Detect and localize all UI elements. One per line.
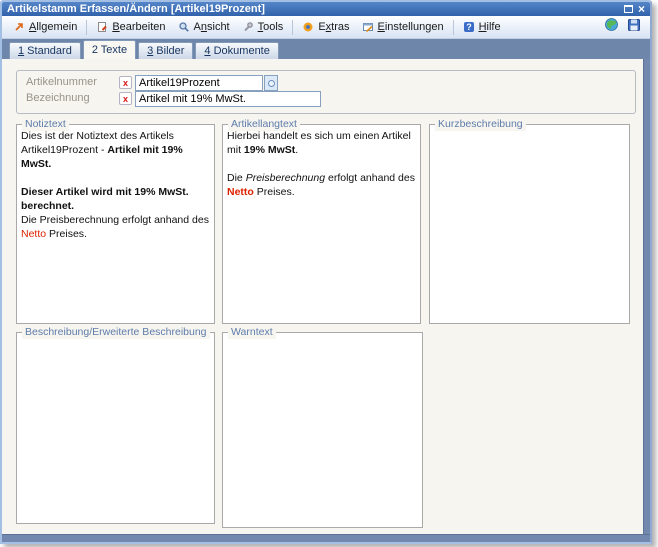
bezeichnung-input[interactable] bbox=[135, 91, 321, 107]
menu-separator bbox=[292, 20, 293, 35]
app-window: Artikelstamm Erfassen/Ändern [Artikel19P… bbox=[0, 0, 652, 544]
window-right-border bbox=[643, 59, 650, 542]
titlebar: Artikelstamm Erfassen/Ändern [Artikel19P… bbox=[2, 2, 650, 16]
menu-separator bbox=[453, 20, 454, 35]
tab-texte[interactable]: 2 Texte bbox=[83, 40, 136, 59]
wrench-icon bbox=[242, 21, 254, 33]
menu-label: Hilfe bbox=[479, 21, 501, 33]
kurzbeschreibung-textarea[interactable] bbox=[431, 127, 628, 322]
svg-text:?: ? bbox=[466, 22, 472, 32]
artikelnummer-lookup-button[interactable] bbox=[264, 75, 278, 91]
lifebuoy-icon bbox=[302, 21, 314, 33]
kurzbeschreibung-panel: Kurzbeschreibung bbox=[429, 124, 630, 324]
save-button[interactable] bbox=[623, 17, 645, 38]
beschreibung-textarea[interactable] bbox=[18, 335, 213, 522]
notiztext-panel: Notiztext Dies ist der Notiztext des Art… bbox=[16, 124, 215, 324]
arrow-ne-icon bbox=[13, 21, 25, 33]
menu-label: Tools bbox=[258, 21, 284, 33]
artikelnummer-input[interactable] bbox=[135, 75, 263, 91]
menu-label: Extras bbox=[318, 21, 349, 33]
lookup-icon bbox=[268, 80, 275, 87]
menu-item-allgemein[interactable]: Allgemein bbox=[7, 19, 83, 35]
tab-dokumente[interactable]: 4 Dokumente bbox=[195, 42, 278, 59]
menu-label: Bearbeiten bbox=[112, 21, 165, 33]
menu-label: Ansicht bbox=[194, 21, 230, 33]
artikellangtext-textarea[interactable]: Hierbei handelt es sich um einen Artikel… bbox=[224, 127, 419, 322]
menu-item-extras[interactable]: Extras bbox=[296, 19, 355, 35]
artikellangtext-panel: Artikellangtext Hierbei handelt es sich … bbox=[222, 124, 421, 324]
article-fields-group: Artikelnummer Bezeichnung x x bbox=[16, 70, 636, 114]
menu-item-bearbeiten[interactable]: Bearbeiten bbox=[90, 19, 171, 35]
content-area: Artikelnummer Bezeichnung x x Notiztext … bbox=[2, 59, 650, 542]
menu-item-einstellungen[interactable]: Einstellungen bbox=[356, 19, 450, 35]
warntext-textarea[interactable] bbox=[224, 335, 421, 526]
restore-button[interactable] bbox=[624, 5, 633, 13]
tab-bar: 1 Standard 2 Texte 3 Bilder 4 Dokumente bbox=[2, 39, 650, 59]
settings-window-icon bbox=[362, 21, 374, 33]
menu-separator bbox=[86, 20, 87, 35]
artikelnummer-label: Artikelnummer bbox=[26, 76, 97, 88]
menu-item-tools[interactable]: Tools bbox=[236, 19, 290, 35]
save-icon bbox=[627, 18, 641, 37]
help-icon: ? bbox=[463, 21, 475, 33]
tab-bilder[interactable]: 3 Bilder bbox=[138, 42, 193, 59]
globe-button[interactable] bbox=[600, 16, 623, 38]
warntext-panel: Warntext bbox=[222, 332, 423, 528]
menu-label: Einstellungen bbox=[378, 21, 444, 33]
notiztext-textarea[interactable]: Dies ist der Notiztext des Artikels Arti… bbox=[18, 127, 213, 322]
menubar: Allgemein Bearbeiten Ansicht Tools Extra… bbox=[2, 16, 650, 39]
window-title: Artikelstamm Erfassen/Ändern [Artikel19P… bbox=[7, 2, 619, 16]
edit-page-icon bbox=[96, 21, 108, 33]
globe-icon bbox=[604, 17, 619, 37]
window-bottom-border bbox=[2, 534, 650, 542]
close-button[interactable]: × bbox=[638, 4, 645, 14]
menu-item-ansicht[interactable]: Ansicht bbox=[172, 19, 236, 35]
tab-standard[interactable]: 1 Standard bbox=[9, 42, 81, 59]
artikelnummer-clear-button[interactable]: x bbox=[119, 76, 132, 89]
magnifier-icon bbox=[178, 21, 190, 33]
beschreibung-panel: Beschreibung/Erweiterte Beschreibung bbox=[16, 332, 215, 524]
menu-item-hilfe[interactable]: ? Hilfe bbox=[457, 19, 507, 35]
bezeichnung-clear-button[interactable]: x bbox=[119, 92, 132, 105]
restore-icon bbox=[624, 5, 633, 13]
bezeichnung-label: Bezeichnung bbox=[26, 92, 90, 104]
menu-label: Allgemein bbox=[29, 21, 77, 33]
